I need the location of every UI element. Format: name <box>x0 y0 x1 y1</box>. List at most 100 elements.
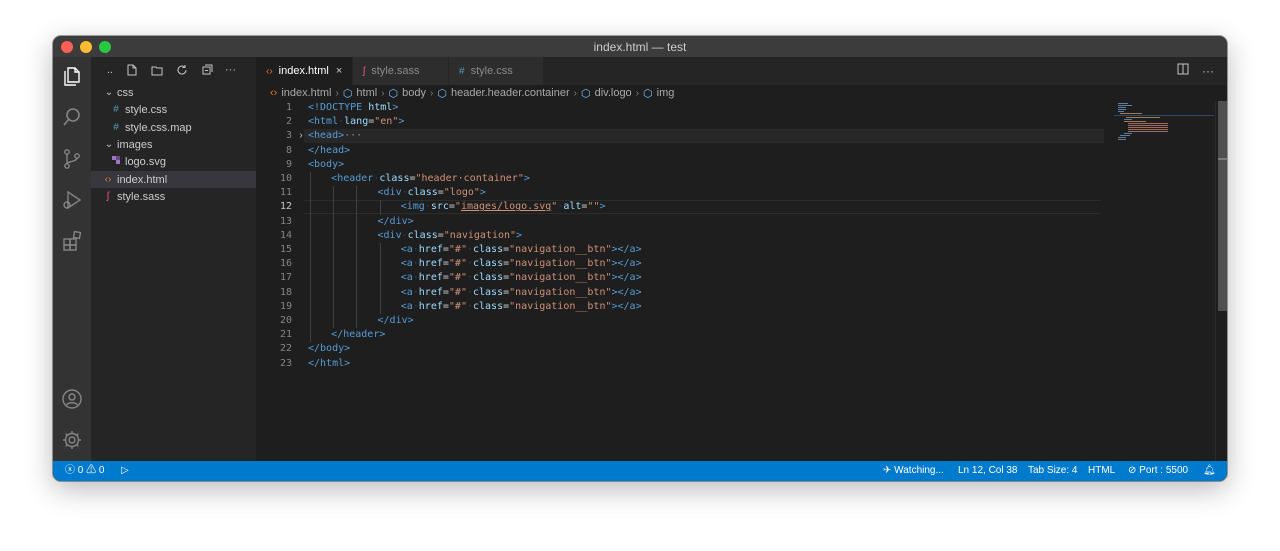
code-line[interactable]: <!DOCTYPE html> <box>308 101 398 115</box>
zoom-window-button[interactable] <box>99 41 111 53</box>
code-line[interactable]: <head>··· <box>308 129 362 143</box>
run-debug-button[interactable] <box>60 188 84 212</box>
breadcrumb-item[interactable]: html <box>356 87 377 99</box>
live-server-port[interactable]: ⊘ Port : 5500 <box>1128 461 1188 481</box>
collapse-folders-button[interactable] <box>200 63 214 77</box>
element-icon: ⬡ <box>580 87 591 100</box>
split-editor-button[interactable] <box>1175 63 1191 79</box>
search-button[interactable] <box>60 105 84 129</box>
line-number[interactable]: 14 <box>256 229 292 243</box>
breadcrumb-item[interactable]: index.html <box>281 87 331 99</box>
tree-file-index-html[interactable]: ‹› index.html <box>91 171 256 188</box>
sass-icon: ʃ <box>106 191 110 202</box>
run-indicator[interactable]: ▷ <box>121 461 129 481</box>
error-count: 0 <box>77 465 84 476</box>
line-number[interactable]: 11 <box>256 186 292 200</box>
code-token: "#" <box>448 300 467 312</box>
more-actions-icon[interactable]: ··· <box>1200 63 1216 79</box>
tab-style-css[interactable]: # style.css <box>449 57 543 85</box>
line-number[interactable]: 22 <box>256 342 292 356</box>
code-token: href <box>418 300 443 312</box>
code-line[interactable]: <a·href="#"·class="navigation__btn"></a> <box>308 243 642 257</box>
line-number[interactable]: 16 <box>256 257 292 271</box>
breadcrumb-item[interactable]: body <box>402 87 426 99</box>
tab-style-sass[interactable]: ʃ style.sass <box>353 57 448 85</box>
line-number[interactable]: 15 <box>256 243 292 257</box>
tree-folder-images[interactable]: ⌄ images <box>91 136 256 153</box>
code-token: href <box>418 286 443 298</box>
line-number[interactable]: 9 <box>256 158 292 172</box>
code-editor[interactable]: 1 2 3 › 8 9 10 11 12 13 14 15 16 17 18 19 20 21 22 23 <!DOC… <box>256 101 1227 461</box>
code-token: class <box>473 300 504 312</box>
code-token: </div> <box>377 215 414 227</box>
language-mode[interactable]: HTML <box>1088 461 1115 481</box>
source-control-button[interactable] <box>60 147 84 171</box>
code-line[interactable]: </body> <box>308 342 350 356</box>
close-window-button[interactable] <box>61 41 73 53</box>
new-file-button[interactable] <box>125 63 139 77</box>
code-line[interactable]: <header·class="header·container"> <box>308 172 530 186</box>
live-sass-watching[interactable]: ✈ Watching... <box>883 461 944 481</box>
code-line[interactable]: <div·class="logo"> <box>308 186 486 200</box>
code-line[interactable]: <a·href="#"·class="navigation__btn"></a> <box>308 271 642 285</box>
tree-file-logo-svg[interactable]: logo.svg <box>91 153 256 170</box>
line-number[interactable]: 21 <box>256 328 292 342</box>
code-line[interactable]: <a·href="#"·class="navigation__btn"></a> <box>308 257 642 271</box>
editor-scrollbar[interactable] <box>1215 101 1227 461</box>
breadcrumb-item[interactable]: img <box>657 87 675 99</box>
code-line[interactable]: <div·class="navigation"> <box>308 229 523 243</box>
code-line[interactable]: </div> <box>308 215 414 229</box>
code-line[interactable]: <a·href="#"·class="navigation__btn"></a> <box>308 286 642 300</box>
extensions-button[interactable] <box>60 229 84 253</box>
new-folder-button[interactable] <box>150 63 164 77</box>
cursor-position[interactable]: Ln 12, Col 38 <box>958 461 1018 481</box>
code-line[interactable]: <html·lang="en"> <box>308 115 404 129</box>
line-number[interactable]: 1 <box>256 101 292 115</box>
close-icon[interactable]: × <box>336 65 342 77</box>
new-file-icon <box>127 64 137 76</box>
tree-file-style-css[interactable]: # style.css <box>91 101 256 118</box>
code-token: ></a> <box>611 286 642 298</box>
breadcrumb-item[interactable]: header.header.container <box>451 87 570 99</box>
code-line[interactable]: </html> <box>308 357 350 371</box>
line-number[interactable]: 18 <box>256 286 292 300</box>
code-line[interactable]: <body> <box>308 158 344 172</box>
tab-label: style.sass <box>371 65 420 77</box>
code-line[interactable]: <a·href="#"·class="navigation__btn"></a> <box>308 300 642 314</box>
line-number[interactable]: 8 <box>256 144 292 158</box>
notifications-button[interactable]: 🔔︎ <box>1203 461 1216 481</box>
line-number[interactable]: 3 <box>256 129 292 143</box>
code-token: lang <box>344 116 369 128</box>
line-number[interactable]: 10 <box>256 172 292 186</box>
minimize-window-button[interactable] <box>80 41 92 53</box>
manage-button[interactable] <box>60 428 84 452</box>
line-number[interactable]: 12 <box>256 200 292 214</box>
code-line[interactable]: </div> <box>308 314 414 328</box>
search-icon <box>63 108 80 126</box>
breadcrumb-item[interactable]: div.logo <box>595 87 632 99</box>
code-line[interactable]: <img·src="images/logo.svg"·alt=""> <box>308 200 606 214</box>
line-number[interactable]: 17 <box>256 271 292 285</box>
line-number[interactable]: 2 <box>256 115 292 129</box>
tree-folder-css[interactable]: ⌄ css <box>91 84 256 101</box>
tab-index-html[interactable]: ‹› index.html × <box>256 57 352 85</box>
code-line[interactable]: </head> <box>308 144 350 158</box>
tab-size[interactable]: Tab Size: 4 <box>1028 461 1077 481</box>
refresh-explorer-button[interactable] <box>175 63 189 77</box>
code-token: href <box>418 272 443 284</box>
explorer-button[interactable] <box>60 64 84 88</box>
scrollbar-thumb[interactable] <box>1218 101 1227 311</box>
more-actions-button[interactable]: ··· <box>225 63 239 77</box>
minimap[interactable] <box>1114 101 1214 161</box>
element-icon: ⬡ <box>643 87 653 100</box>
line-number[interactable]: 23 <box>256 357 292 371</box>
tree-file-style-sass[interactable]: ʃ style.sass <box>91 188 256 205</box>
line-number[interactable]: 19 <box>256 300 292 314</box>
accounts-button[interactable] <box>60 387 84 411</box>
line-number[interactable]: 20 <box>256 314 292 328</box>
problems-indicator[interactable]: ⓧ 0 ⚠ 0 <box>65 461 104 481</box>
line-number[interactable]: 13 <box>256 215 292 229</box>
tree-file-style-css-map[interactable]: # style.css.map <box>91 119 256 136</box>
code-token: > <box>479 187 486 199</box>
code-line[interactable]: </header> <box>308 328 385 342</box>
